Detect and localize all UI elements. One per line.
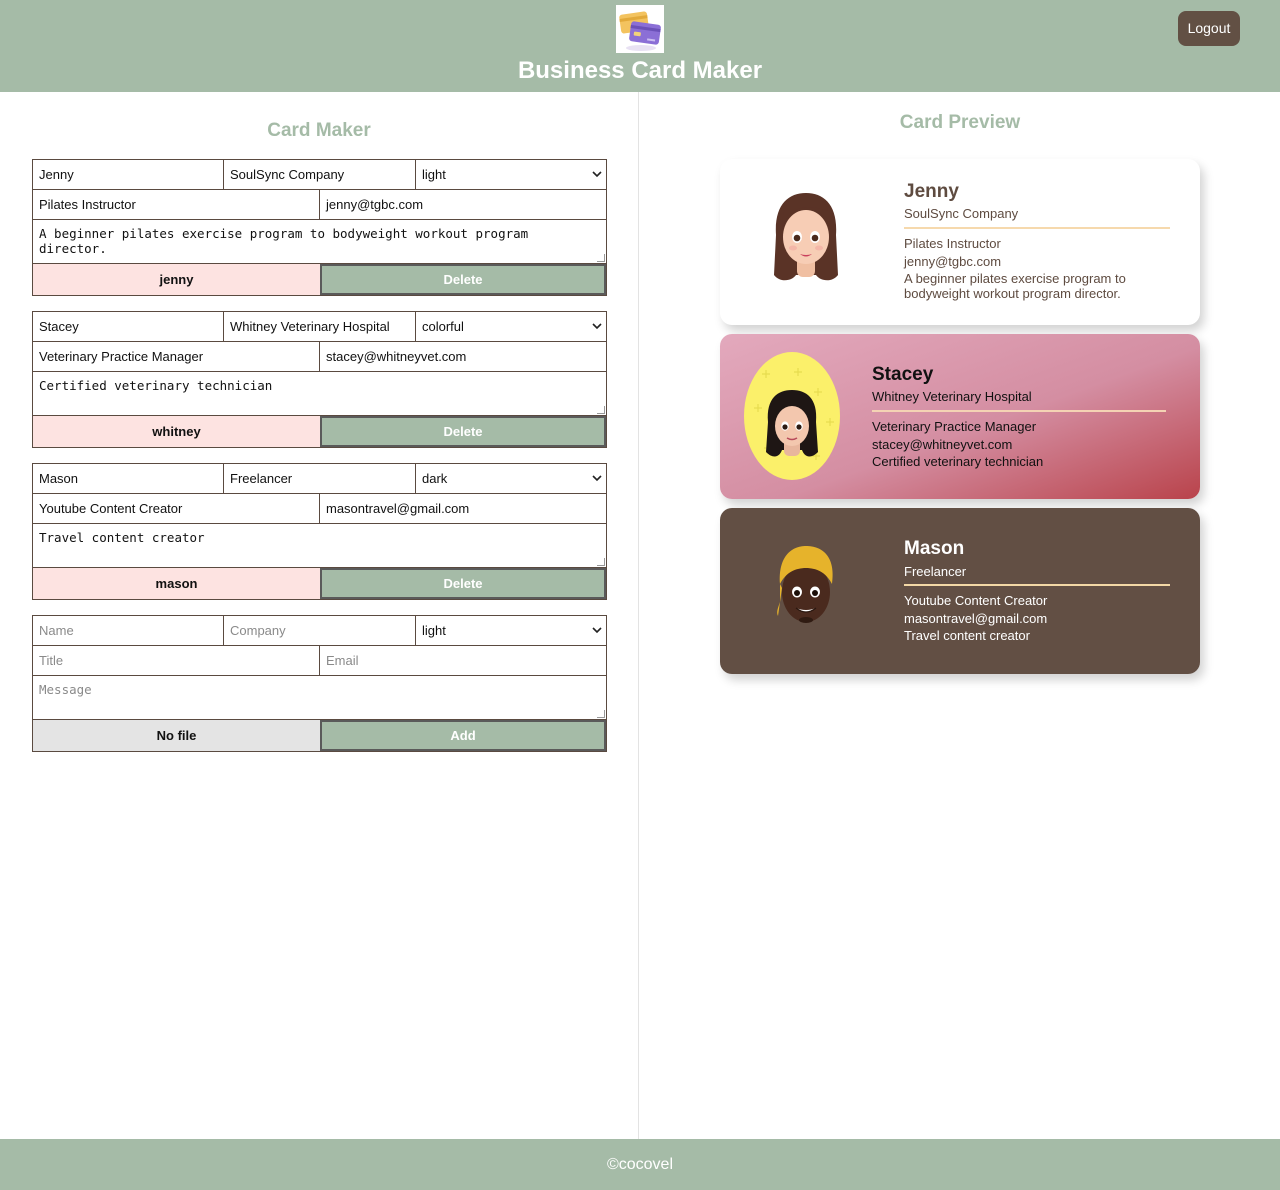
- preview-card-name: Mason: [904, 538, 965, 559]
- company-input[interactable]: SoulSync Company: [224, 160, 416, 190]
- message-textarea[interactable]: Message: [33, 676, 606, 720]
- message-textarea[interactable]: Certified veterinary technician: [33, 372, 606, 416]
- theme-select[interactable]: light: [416, 616, 606, 646]
- email-input[interactable]: stacey@whitneyvet.com: [320, 342, 606, 372]
- preview-card-title: Youtube Content Creator: [904, 593, 1048, 608]
- preview-card-email: jenny@tgbc.com: [904, 254, 1002, 269]
- theme-select-value: colorful: [422, 319, 464, 334]
- credit-cards-icon: [616, 5, 664, 53]
- card-preview-title: Card Preview: [899, 112, 1021, 133]
- logout-button[interactable]: Logout: [1178, 11, 1240, 46]
- theme-select-value: light: [422, 623, 446, 638]
- name-input[interactable]: Name: [33, 616, 224, 646]
- card-editor-form: Jenny SoulSync Company light Pilates Ins…: [32, 159, 607, 296]
- theme-select-value: dark: [422, 471, 448, 486]
- card-maker-title: Card Maker: [267, 120, 371, 141]
- preview-card-email: masontravel@gmail.com: [904, 611, 1048, 626]
- delete-button[interactable]: Delete: [320, 568, 606, 599]
- app-header: Business Card Maker Logout: [0, 0, 1280, 92]
- email-input[interactable]: Email: [320, 646, 606, 676]
- preview-card-message: Travel content creator: [904, 628, 1030, 643]
- preview-card-name: Stacey: [872, 364, 934, 385]
- app-title: Business Card Maker: [517, 57, 763, 84]
- theme-select-value: light: [422, 167, 446, 182]
- company-input[interactable]: Whitney Veterinary Hospital: [224, 312, 416, 342]
- name-input[interactable]: Mason: [33, 464, 224, 494]
- message-textarea[interactable]: A beginner pilates exercise program to b…: [33, 220, 606, 264]
- name-input[interactable]: Stacey: [33, 312, 224, 342]
- message-placeholder: Message: [39, 682, 92, 697]
- preview-card-name: Jenny: [904, 181, 959, 202]
- message-text: A beginner pilates exercise program to b…: [39, 226, 529, 256]
- chevron-down-icon: [592, 160, 602, 189]
- title-input[interactable]: Veterinary Practice Manager: [33, 342, 320, 372]
- chevron-down-icon: [592, 616, 602, 645]
- title-input[interactable]: Youtube Content Creator: [33, 494, 320, 524]
- chevron-down-icon: [592, 312, 602, 341]
- email-input[interactable]: jenny@tgbc.com: [320, 190, 606, 220]
- preview-card-title: Veterinary Practice Manager: [872, 419, 1037, 434]
- resize-handle-icon[interactable]: [597, 558, 605, 566]
- preview-card-message: Certified veterinary technician: [872, 454, 1044, 469]
- delete-button[interactable]: Delete: [320, 416, 606, 447]
- preview-card-divider: [904, 584, 1170, 586]
- chevron-down-icon: [592, 464, 602, 493]
- name-input[interactable]: Jenny: [33, 160, 224, 190]
- message-textarea[interactable]: Travel content creator: [33, 524, 606, 568]
- preview-card-company: Whitney Veterinary Hospital: [872, 389, 1032, 404]
- image-file-button[interactable]: No file: [33, 720, 320, 751]
- card-editor-form: Mason Freelancer dark Youtube Content Cr…: [32, 463, 607, 600]
- company-input[interactable]: Company: [224, 616, 416, 646]
- preview-card-email: stacey@whitneyvet.com: [872, 437, 1013, 452]
- image-file-button[interactable]: jenny: [33, 264, 320, 295]
- app-footer: ©cocovel: [0, 1139, 1280, 1190]
- preview-card-divider: [872, 410, 1166, 412]
- email-input[interactable]: masontravel@gmail.com: [320, 494, 606, 524]
- message-text: Travel content creator: [39, 530, 205, 545]
- add-button[interactable]: Add: [320, 720, 606, 751]
- memoji-woman-dark-hair-avatar: [744, 352, 840, 480]
- preview-card-divider: [904, 227, 1170, 229]
- resize-handle-icon[interactable]: [597, 710, 605, 718]
- resize-handle-icon[interactable]: [597, 406, 605, 414]
- company-input[interactable]: Freelancer: [224, 464, 416, 494]
- preview-card: Mason Freelancer Youtube Content Creator…: [720, 508, 1200, 674]
- preview-card-company: Freelancer: [904, 564, 967, 579]
- memoji-woman-brown-hair-avatar: [766, 189, 846, 285]
- theme-select[interactable]: dark: [416, 464, 606, 494]
- theme-select[interactable]: colorful: [416, 312, 606, 342]
- image-file-button[interactable]: mason: [33, 568, 320, 599]
- preview-card: Jenny SoulSync Company Pilates Instructo…: [720, 159, 1200, 325]
- delete-button[interactable]: Delete: [320, 264, 606, 295]
- preview-card-company: SoulSync Company: [904, 206, 1019, 221]
- resize-handle-icon[interactable]: [597, 254, 605, 262]
- title-input[interactable]: Pilates Instructor: [33, 190, 320, 220]
- title-input[interactable]: Title: [33, 646, 320, 676]
- card-add-form: Name Company light Title Email Message N…: [32, 615, 607, 752]
- preview-card-message: A beginner pilates exercise program to b…: [904, 271, 1126, 301]
- theme-select[interactable]: light: [416, 160, 606, 190]
- message-text: Certified veterinary technician: [39, 378, 273, 393]
- preview-card-title: Pilates Instructor: [904, 236, 1001, 251]
- image-file-button[interactable]: whitney: [33, 416, 320, 447]
- memoji-man-yellow-beanie-avatar: [766, 542, 846, 632]
- preview-card: Stacey Whitney Veterinary Hospital Veter…: [720, 334, 1200, 499]
- footer-copyright: ©cocovel: [606, 1156, 674, 1173]
- card-editor-form: Stacey Whitney Veterinary Hospital color…: [32, 311, 607, 448]
